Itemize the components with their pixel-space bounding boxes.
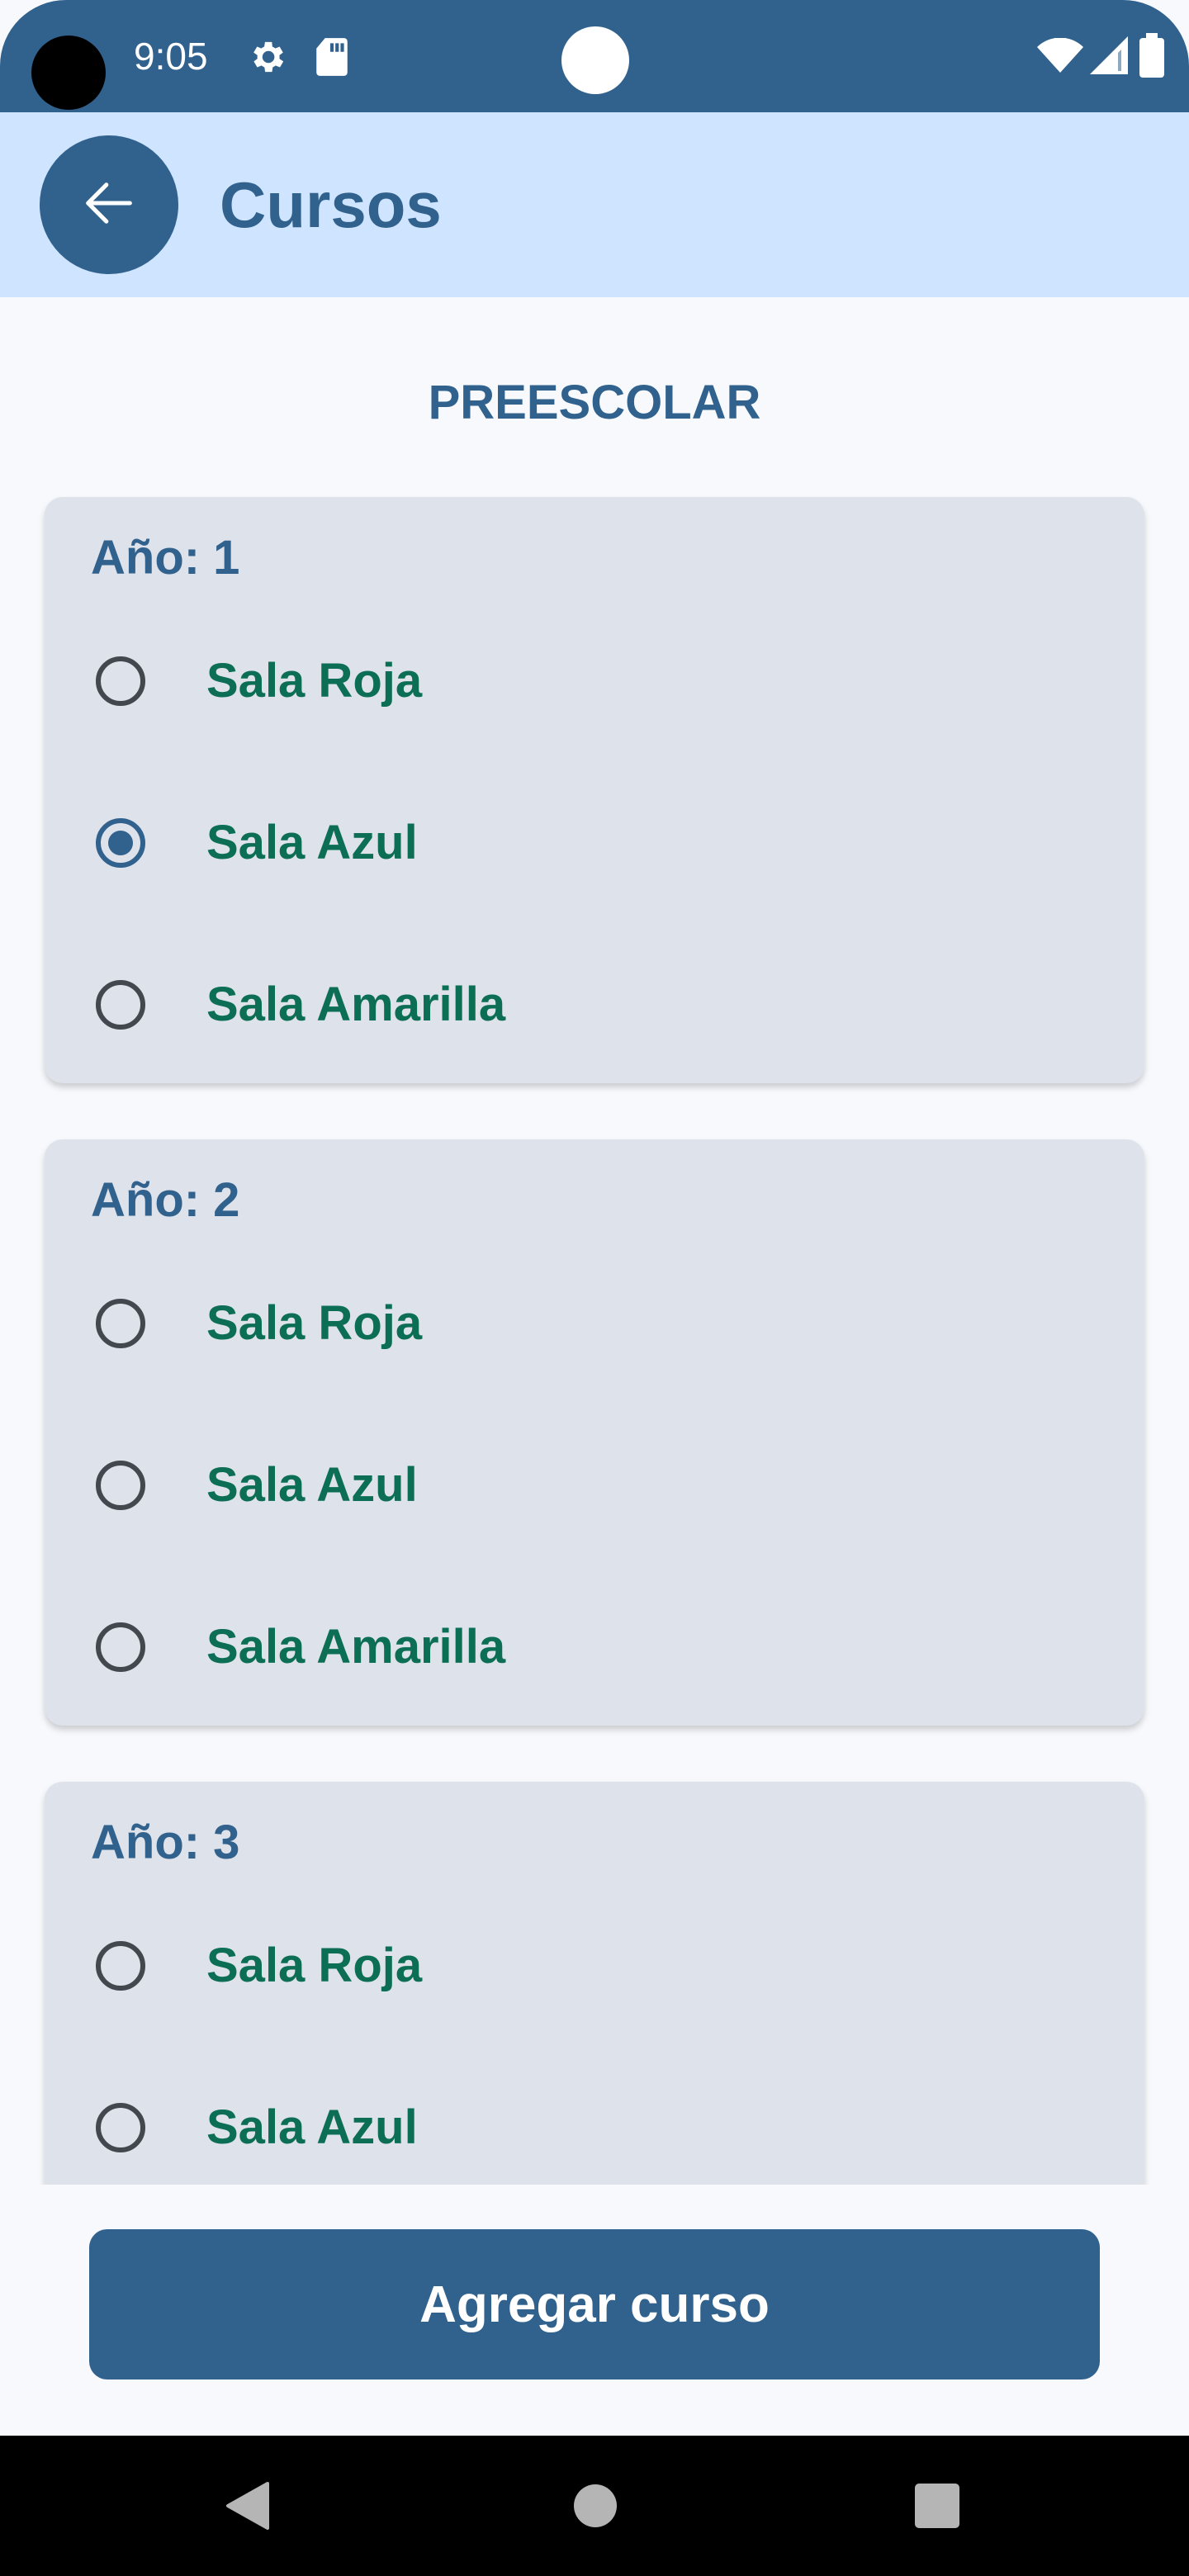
camera-cutout xyxy=(31,36,106,110)
system-nav-bar xyxy=(0,2436,1189,2576)
course-list[interactable]: PREESCOLAR Año: 1 Sala Roja Sala Azul Sa… xyxy=(0,297,1189,2185)
option-sala-azul[interactable]: Sala Azul xyxy=(45,1423,1144,1547)
radio-button[interactable] xyxy=(96,1622,145,1672)
option-label: Sala Amarilla xyxy=(206,1620,506,1674)
option-label: Sala Roja xyxy=(206,1939,423,1992)
arrow-back-icon xyxy=(78,172,140,239)
option-label: Sala Azul xyxy=(206,2100,418,2154)
radio-button[interactable] xyxy=(96,656,145,706)
app-bar: Cursos xyxy=(0,112,1189,297)
radio-button[interactable] xyxy=(96,2103,145,2152)
option-sala-roja[interactable]: Sala Roja xyxy=(45,619,1144,743)
option-sala-azul[interactable]: Sala Azul xyxy=(45,781,1144,905)
option-sala-roja[interactable]: Sala Roja xyxy=(45,1904,1144,2028)
option-label: Sala Roja xyxy=(206,1296,423,1350)
add-course-button[interactable]: Agregar curso xyxy=(89,2229,1100,2379)
front-sensor xyxy=(561,26,629,94)
option-label: Sala Azul xyxy=(206,816,418,869)
option-sala-amarilla[interactable]: Sala Amarilla xyxy=(45,1585,1144,1709)
option-sala-azul[interactable]: Sala Azul xyxy=(45,2066,1144,2185)
year-title: Año: 1 xyxy=(91,531,240,585)
year-title: Año: 2 xyxy=(91,1173,240,1227)
page-title: Cursos xyxy=(220,168,442,241)
year-card-1: Año: 1 Sala Roja Sala Azul Sala Amarilla xyxy=(45,497,1144,1083)
status-bar: 9:05 xyxy=(0,0,1189,112)
status-time: 9:05 xyxy=(134,35,208,78)
year-card-3: Año: 3 Sala Roja Sala Azul xyxy=(45,1782,1144,2185)
radio-button[interactable] xyxy=(96,1941,145,1991)
back-button[interactable] xyxy=(40,135,178,274)
radio-button[interactable] xyxy=(96,1461,145,1510)
home-circle-icon[interactable] xyxy=(573,2484,618,2532)
gear-icon xyxy=(246,36,287,82)
radio-button[interactable] xyxy=(96,1299,145,1348)
radio-button-selected[interactable] xyxy=(96,818,145,868)
recents-square-icon[interactable] xyxy=(915,2484,959,2532)
option-label: Sala Azul xyxy=(206,1458,418,1512)
back-triangle-icon[interactable] xyxy=(225,2480,271,2536)
option-label: Sala Amarilla xyxy=(206,978,506,1031)
wifi-icon xyxy=(1037,37,1083,78)
bottom-action-area: Agregar curso xyxy=(0,2185,1189,2436)
battery-icon xyxy=(1139,33,1164,82)
option-sala-roja[interactable]: Sala Roja xyxy=(45,1262,1144,1385)
year-title: Año: 3 xyxy=(91,1816,240,1869)
option-sala-amarilla[interactable]: Sala Amarilla xyxy=(45,943,1144,1067)
section-title: PREESCOLAR xyxy=(428,376,761,429)
radio-button[interactable] xyxy=(96,980,145,1030)
sd-card-icon xyxy=(314,36,350,82)
signal-icon xyxy=(1090,36,1128,78)
year-card-2: Año: 2 Sala Roja Sala Azul Sala Amarilla xyxy=(45,1139,1144,1726)
option-label: Sala Roja xyxy=(206,654,423,708)
